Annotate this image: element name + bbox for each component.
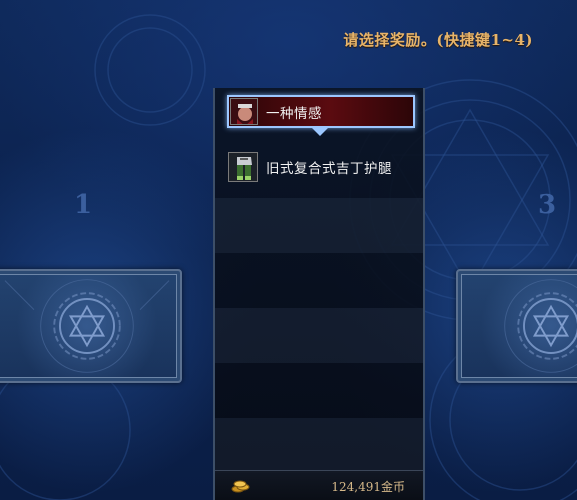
list-row — [215, 198, 423, 253]
character-portrait-icon — [230, 98, 258, 125]
list-row — [215, 308, 423, 363]
list-row — [215, 363, 423, 418]
leg-armor-icon — [228, 152, 258, 182]
reward-item-selected[interactable]: 一种情感 — [227, 95, 415, 128]
hexagram-gear-icon — [504, 279, 577, 373]
gold-coins-icon — [231, 480, 250, 493]
list-row — [215, 253, 423, 308]
reward-item-name: 一种情感 — [266, 105, 322, 122]
list-row — [215, 418, 423, 473]
reward-selection-screen: 请选择奖励。(快捷键1~4) 1 3 一种情感 旧式复合式吉丁护腿 124,49… — [0, 0, 577, 500]
slot-number-1: 1 — [74, 190, 93, 220]
reward-card-3[interactable] — [456, 269, 577, 383]
reward-item[interactable]: 旧式复合式吉丁护腿 — [228, 149, 418, 185]
reward-list-panel: 一种情感 旧式复合式吉丁护腿 124,491金币 — [213, 88, 425, 500]
reward-prompt-title: 请选择奖励。(快捷键1~4) — [343, 31, 533, 49]
gold-amount: 124,491金币 — [331, 480, 405, 494]
reward-list-rows — [215, 88, 423, 473]
reward-card-1[interactable] — [0, 269, 182, 383]
selection-pointer — [312, 128, 328, 136]
slot-number-3: 3 — [538, 190, 557, 220]
hexagram-gear-icon — [4, 279, 170, 373]
reward-item-name: 旧式复合式吉丁护腿 — [266, 161, 392, 177]
gold-footer: 124,491金币 — [215, 470, 423, 500]
